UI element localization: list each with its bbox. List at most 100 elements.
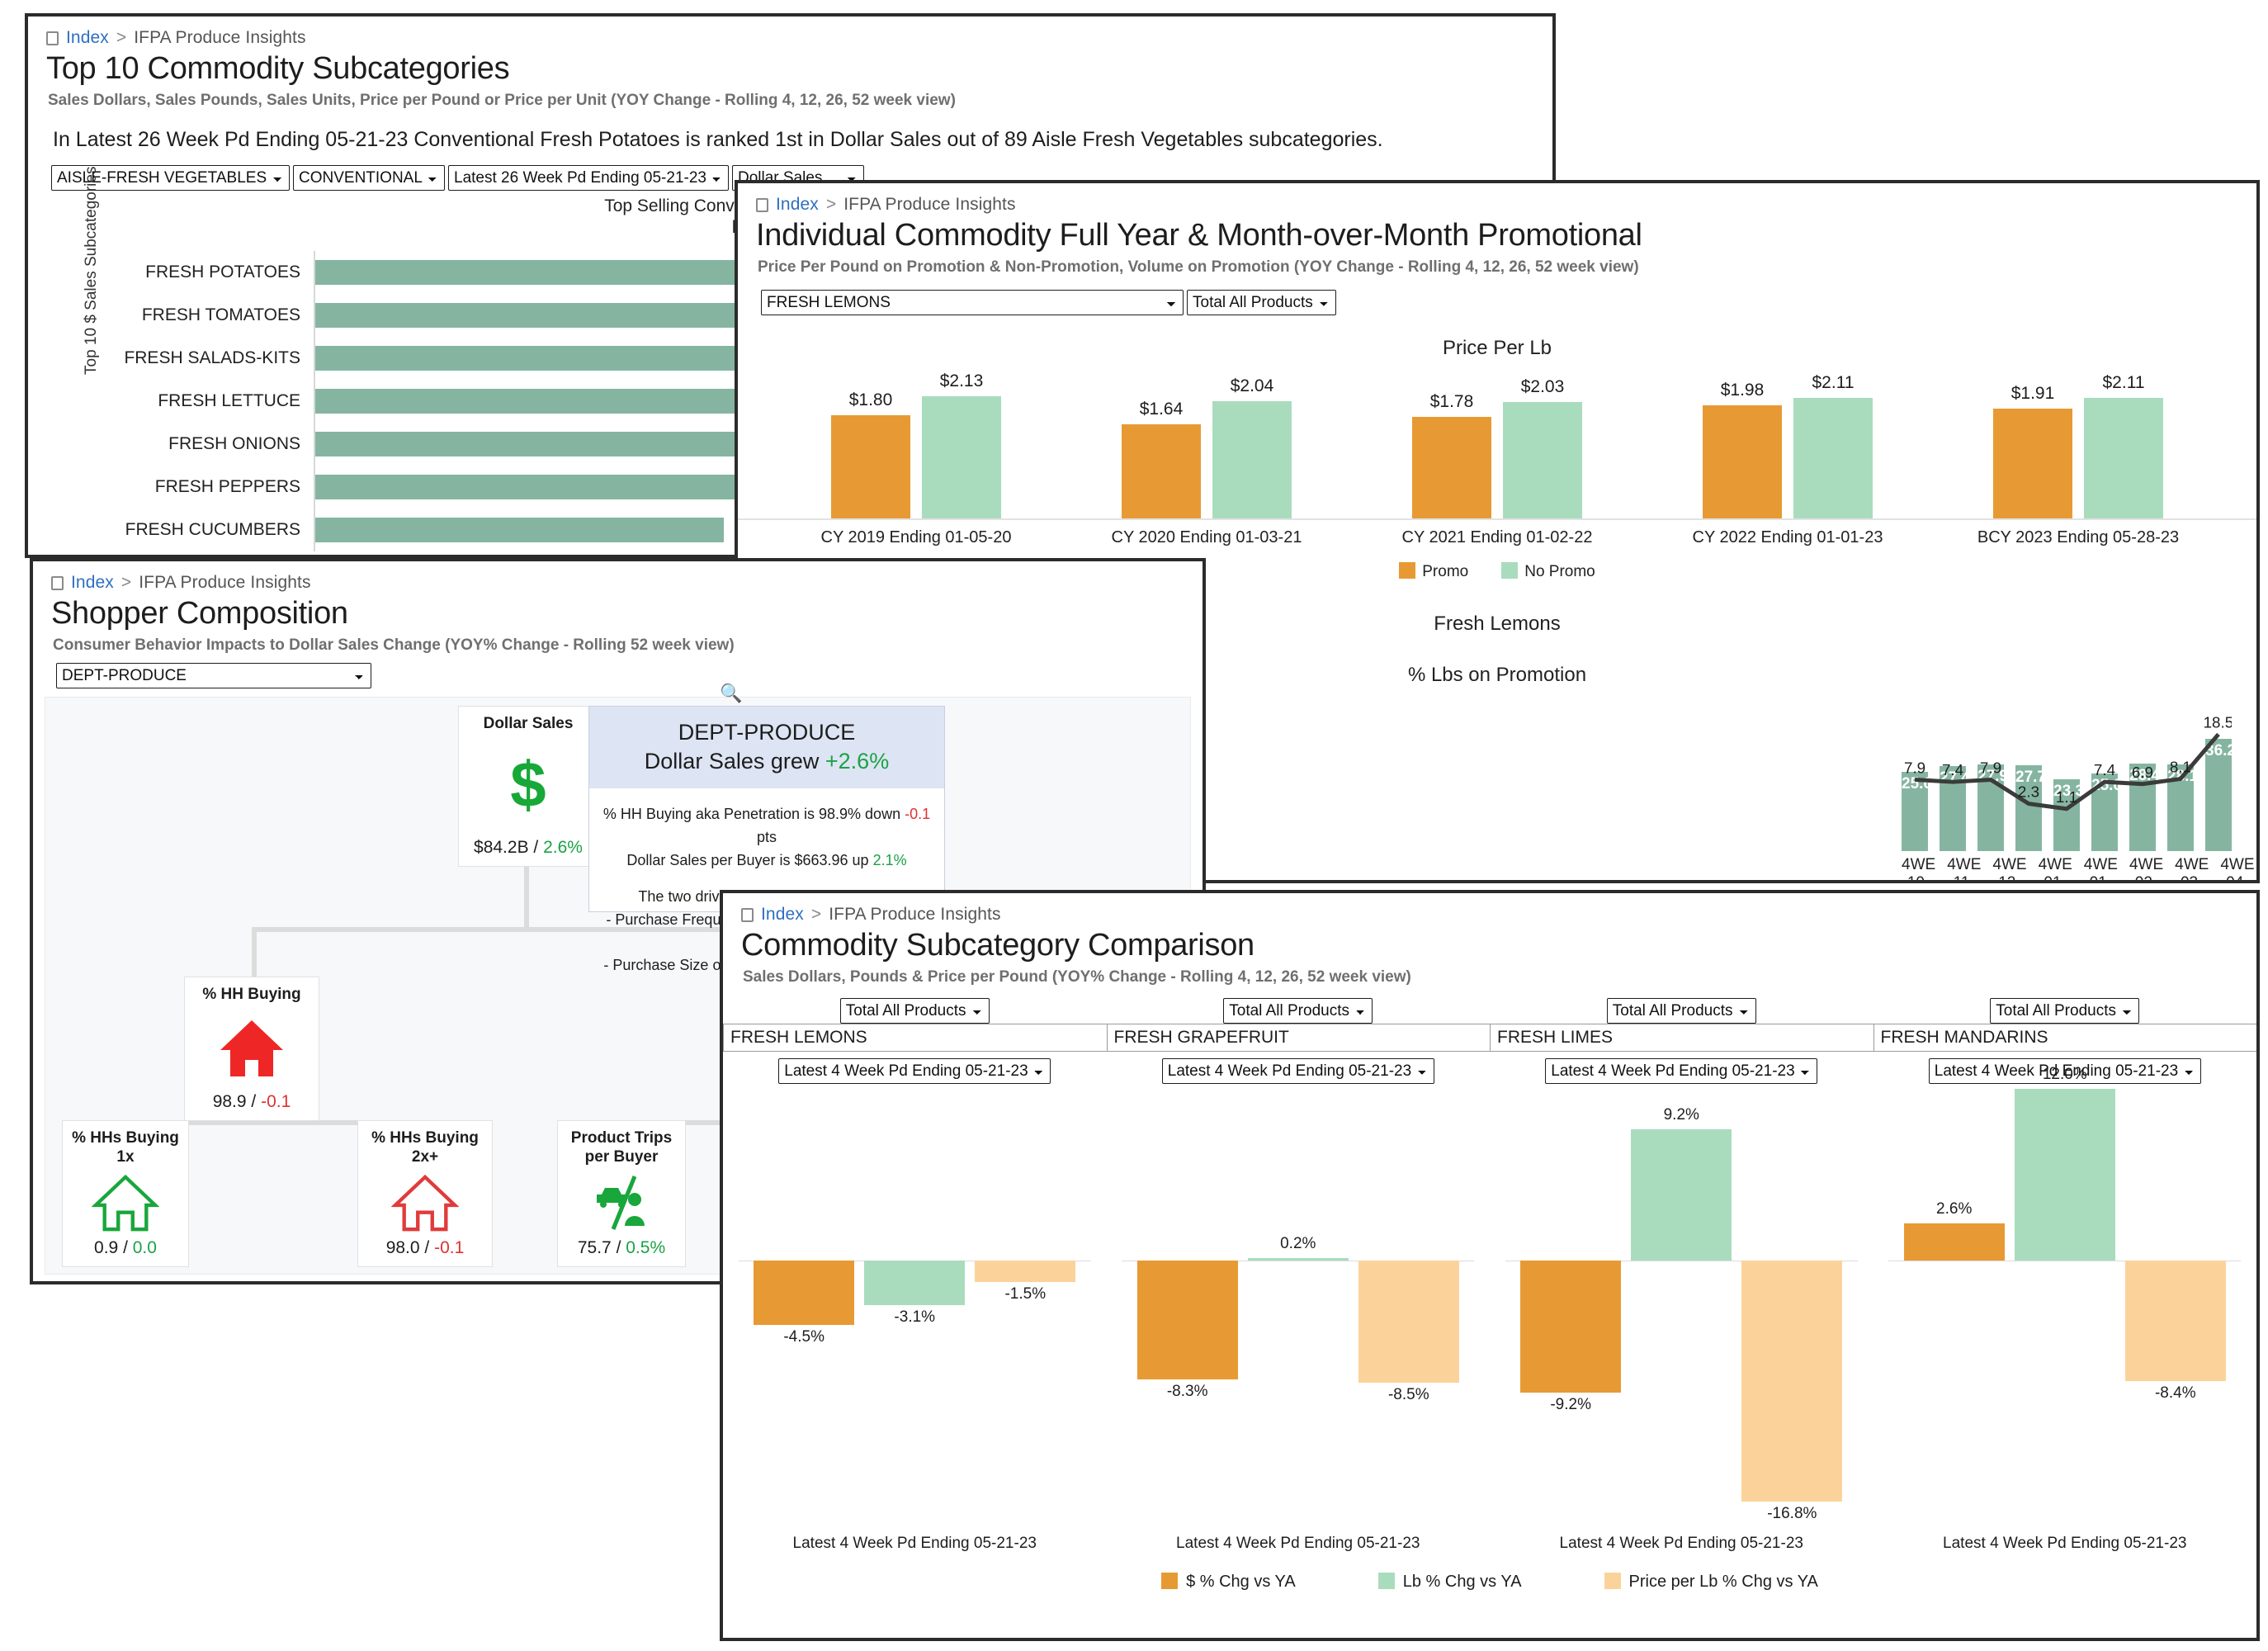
dollar-chg-bar[interactable] xyxy=(1136,1261,1238,1380)
breadcrumb-index-link[interactable]: Index xyxy=(71,573,114,593)
period-select[interactable]: Latest 4 Week Pd Ending 05-21-23 xyxy=(1161,1058,1434,1084)
tile-label: Product Trips per Buyer xyxy=(570,1129,673,1166)
no-promo-swatch xyxy=(1501,562,1519,579)
no-promo-bar[interactable] xyxy=(1793,397,1873,518)
no-promo-bar[interactable] xyxy=(922,396,1001,518)
price-bar-group: $1.78 $2.03 xyxy=(1412,377,1582,518)
dollar-chg-bar[interactable] xyxy=(1903,1223,2005,1261)
comparison-chart: -4.5% -3.1% -1.5% Latest 4 Week Pd Ending 0… xyxy=(723,1089,1107,1552)
dept-select[interactable]: DEPT-PRODUCE xyxy=(56,663,371,688)
y-axis-label: Top 10 $ Sales Subcategories xyxy=(83,166,100,375)
x-axis-tick: 4WE 04-23-23 xyxy=(2220,856,2255,883)
comparison-caption: Latest 4 Week Pd Ending 05-21-23 xyxy=(1943,1535,2187,1552)
breadcrumb-index-link[interactable]: Index xyxy=(66,28,109,48)
price-chg-bar[interactable] xyxy=(2124,1261,2226,1382)
commodity-select[interactable]: FRESH LEMONS xyxy=(761,290,1184,315)
promo-bar[interactable] xyxy=(1412,416,1491,518)
bar-row-label: FRESH ONIONS xyxy=(168,433,300,453)
comparison-bar-column: -8.4% xyxy=(2124,1089,2226,1502)
dollar-chg-swatch xyxy=(1161,1573,1179,1589)
comparison-chart: -9.2% 9.2% -16.8% Latest 4 Week Pd Ending 0… xyxy=(1490,1089,1873,1552)
tile-value: 98.0 / -0.1 xyxy=(385,1238,465,1257)
page-title: Shopper Composition xyxy=(51,596,348,631)
page-icon xyxy=(51,575,64,590)
comparison-bar-value: -8.4% xyxy=(2154,1384,2196,1403)
tile-pct-hhs-buying-2x[interactable]: % HHs Buying 2x+ 98.0 / -0.1 xyxy=(357,1120,493,1267)
page-title: Top 10 Commodity Subcategories xyxy=(46,51,510,86)
breadcrumb-index-link[interactable]: Index xyxy=(776,195,819,215)
change-vs-ya-value: 7.9 xyxy=(1980,759,2001,777)
filter-bar[interactable]: DEPT-PRODUCE xyxy=(33,655,1203,688)
period-select[interactable]: Latest 26 Week Pd Ending 05-21-23 xyxy=(448,165,729,191)
comparison-bar-value: -4.5% xyxy=(783,1328,825,1346)
change-vs-ya-value: 7.4 xyxy=(2094,761,2115,778)
legend-item-dollar: $ % Chg vs YA xyxy=(1161,1573,1296,1592)
dollar-chg-bar[interactable] xyxy=(754,1261,855,1326)
breadcrumb-index-link[interactable]: Index xyxy=(761,905,804,925)
breadcrumb-separator: > xyxy=(810,905,822,924)
comparison-caption: Latest 4 Week Pd Ending 05-21-23 xyxy=(1176,1535,1420,1552)
lb-chg-bar[interactable] xyxy=(864,1261,966,1306)
tile-pct-hh-buying[interactable]: % HH Buying 98.9 / -0.1 xyxy=(184,977,319,1121)
products-select[interactable]: Total All Products xyxy=(839,998,990,1024)
comparison-bar-group: -4.5% -3.1% -1.5% xyxy=(754,1089,1076,1502)
tile-label: % HH Buying xyxy=(202,986,301,1003)
no-promo-bar[interactable] xyxy=(1503,402,1582,518)
page-icon xyxy=(756,197,768,212)
lb-chg-bar[interactable] xyxy=(2014,1089,2115,1261)
comparison-bar-value: 0.2% xyxy=(1280,1234,1316,1252)
commodity-name: FRESH LIMES xyxy=(1490,1024,1873,1052)
no-promo-bar[interactable] xyxy=(2084,397,2163,518)
bar[interactable] xyxy=(315,517,724,542)
no-promo-bar[interactable] xyxy=(1212,401,1292,518)
breadcrumb-section: IFPA Produce Insights xyxy=(134,28,306,47)
period-select[interactable]: Latest 4 Week Pd Ending 05-21-23 xyxy=(1545,1058,1818,1084)
tile-label: Dollar Sales xyxy=(483,715,574,732)
tile-product-trips-per-buyer[interactable]: Product Trips per Buyer 75.7 / 0.5% xyxy=(557,1120,686,1267)
callout-spacer xyxy=(601,873,933,886)
comparison-bar-value: -16.8% xyxy=(1767,1505,1817,1522)
price-chg-bar[interactable] xyxy=(1741,1261,1843,1502)
promo-bar[interactable] xyxy=(1703,404,1782,518)
type-select[interactable]: CONVENTIONAL xyxy=(293,165,445,191)
price-bar-wrap: $2.13 xyxy=(922,371,1001,518)
price-chg-bar[interactable] xyxy=(1358,1261,1459,1383)
comparison-bar-value: -8.5% xyxy=(1387,1385,1429,1403)
x-axis-tick: 4WE 10-09-22 xyxy=(1902,856,1936,883)
promo-bar[interactable] xyxy=(1993,409,2072,518)
products-select[interactable]: Total All Products xyxy=(1606,998,1756,1024)
comparison-bar-group: -9.2% 9.2% -16.8% xyxy=(1520,1089,1843,1522)
promo-bar[interactable] xyxy=(1122,424,1201,518)
bar-row-label: FRESH SALADS-KITS xyxy=(124,348,300,367)
price-bar-wrap: $2.11 xyxy=(2084,373,2163,518)
zoom-icon[interactable]: 🔍 xyxy=(720,683,742,704)
page-title: Individual Commodity Full Year & Month-o… xyxy=(756,218,1642,253)
price-chg-bar[interactable] xyxy=(975,1261,1076,1283)
bar-value-label: $2.04 xyxy=(1230,376,1274,396)
legend-item-promo: Promo xyxy=(1399,562,1468,581)
tile-pct-hhs-buying-1x[interactable]: % HHs Buying 1x 0.9 / 0.0 xyxy=(62,1120,189,1267)
lb-chg-bar[interactable] xyxy=(1247,1257,1349,1261)
comparison-bar-value: -3.1% xyxy=(894,1308,936,1327)
promo-bar[interactable] xyxy=(831,415,910,518)
products-select[interactable]: Total All Products xyxy=(1990,998,2140,1024)
page-subtitle: Price Per Pound on Promotion & Non-Promo… xyxy=(758,258,1639,276)
lb-chg-bar[interactable] xyxy=(1631,1128,1732,1261)
comparison-bar-column: -1.5% xyxy=(975,1089,1076,1502)
car-person-icon xyxy=(597,1175,645,1230)
products-select[interactable]: Total All Products xyxy=(1223,998,1373,1024)
products-select[interactable]: Total All Products xyxy=(1187,290,1336,315)
comparison-bar-value: 2.6% xyxy=(1936,1200,1973,1218)
filter-bar[interactable]: FRESH LEMONS Total All Products xyxy=(738,277,2256,315)
window-commodity-subcategory-comparison[interactable]: Index > IFPA Produce Insights Commodity … xyxy=(720,890,2260,1641)
comparison-bar-column: 2.6% xyxy=(1903,1089,2005,1502)
tile-dollar-sales[interactable]: Dollar Sales $ $84.2B / 2.6% xyxy=(458,706,598,867)
comparison-bar-column: -3.1% xyxy=(864,1089,966,1502)
period-select[interactable]: Latest 4 Week Pd Ending 05-21-23 xyxy=(778,1058,1051,1084)
dollar-chg-bar[interactable] xyxy=(1520,1261,1622,1393)
callout-line-1: % HH Buying aka Penetration is 98.9% dow… xyxy=(602,806,931,845)
legend-item-pound: Lb % Chg vs YA xyxy=(1377,1573,1522,1592)
callout-heading-line-2: Dollar Sales grew +2.6% xyxy=(644,748,890,773)
tile-value: $84.2B / 2.6% xyxy=(474,837,583,857)
callout-heading-line-1: DEPT-PRODUCE xyxy=(678,720,856,745)
